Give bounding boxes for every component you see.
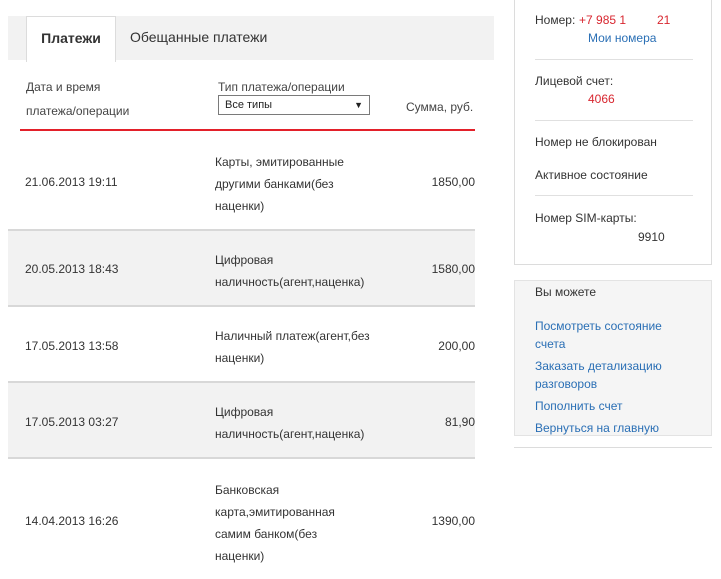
row-type-line: наличность(агент,наценка) xyxy=(215,427,365,441)
my-numbers-link[interactable]: Мои номера xyxy=(588,29,656,47)
row-type-line: наценки) xyxy=(215,549,265,563)
view-balance-link-line1[interactable]: Посмотреть состояние xyxy=(535,317,662,335)
table-row: 21.06.2013 19:11 Карты, эмитированные др… xyxy=(8,131,475,231)
row-type-line: самим банком(без xyxy=(215,527,318,541)
phone-number: +7 985 1 xyxy=(579,13,627,27)
view-balance-link-line2[interactable]: счета xyxy=(535,335,662,353)
dropdown-arrow-icon: ▼ xyxy=(354,100,363,110)
table-row: 17.05.2013 03:27 Цифровая наличность(аге… xyxy=(8,383,475,459)
sim-label: Номер SIM-карты: xyxy=(535,211,637,225)
divider xyxy=(535,120,693,121)
row-type: Банковская карта,эмитированная самим бан… xyxy=(215,479,380,567)
payments-panel: Платежи Обещанные платежи Дата и время п… xyxy=(0,0,495,572)
go-home-link[interactable]: Вернуться на главную xyxy=(535,419,659,437)
row-type-line: наценки) xyxy=(215,199,265,213)
table-row: 20.05.2013 18:43 Цифровая наличность(аге… xyxy=(8,231,475,307)
row-type-line: наличность(агент,наценка) xyxy=(215,275,365,289)
row-amount: 81,90 xyxy=(444,415,475,429)
tab-promised-payments[interactable]: Обещанные платежи xyxy=(130,16,280,60)
column-header-date-line2: платежа/операции xyxy=(26,104,130,118)
payments-table: 21.06.2013 19:11 Карты, эмитированные др… xyxy=(8,131,475,579)
row-datetime: 21.06.2013 19:11 xyxy=(25,175,118,189)
number-label: Номер: xyxy=(535,13,576,27)
table-row: 17.05.2013 13:58 Наличный платеж(агент,б… xyxy=(8,307,475,383)
divider xyxy=(514,447,712,448)
activity-status: Активное состояние xyxy=(535,168,648,182)
row-type-line: Наличный платеж(агент,без xyxy=(215,329,370,343)
row-type: Наличный платеж(агент,без наценки) xyxy=(215,325,380,369)
row-type: Цифровая наличность(агент,наценка) xyxy=(215,249,380,293)
view-balance-link[interactable]: Посмотреть состояние счета xyxy=(535,317,662,353)
column-header-date-line1: Дата и время xyxy=(26,80,101,94)
row-amount: 1850,00 xyxy=(431,175,475,189)
row-type: Цифровая наличность(агент,наценка) xyxy=(215,401,380,445)
phone-number-suffix: 21 xyxy=(657,13,671,27)
row-amount: 1390,00 xyxy=(431,514,475,528)
sim-value: 9910 xyxy=(638,230,665,244)
order-details-link-line1[interactable]: Заказать детализацию xyxy=(535,357,662,375)
actions-panel: Вы можете Посмотреть состояние счета Зак… xyxy=(514,280,712,436)
order-details-link-line2[interactable]: разговоров xyxy=(535,375,662,393)
row-datetime: 20.05.2013 18:43 xyxy=(25,262,119,276)
row-type-line: другими банками(без xyxy=(215,177,334,191)
personal-account-value: 4066 xyxy=(588,92,615,106)
row-type-line: Цифровая xyxy=(215,405,274,419)
divider xyxy=(535,59,693,60)
column-header-date: Дата и время платежа/операции xyxy=(26,77,176,121)
block-status: Номер не блокирован xyxy=(535,135,657,149)
top-up-link[interactable]: Пополнить счет xyxy=(535,397,623,415)
row-datetime: 17.05.2013 13:58 xyxy=(25,339,119,353)
order-details-link[interactable]: Заказать детализацию разговоров xyxy=(535,357,662,393)
table-row: 14.04.2013 16:26 Банковская карта,эмитир… xyxy=(8,459,475,579)
row-amount: 1580,00 xyxy=(431,262,475,276)
column-header-sum: Сумма, руб. xyxy=(406,100,474,114)
column-header-type: Тип платежа/операции xyxy=(218,80,345,94)
tab-bar: Платежи Обещанные платежи xyxy=(8,16,494,62)
personal-account-label: Лицевой счет: xyxy=(535,74,614,88)
row-amount: 200,00 xyxy=(438,339,475,353)
divider xyxy=(535,195,693,196)
row-type-line: наценки) xyxy=(215,351,265,365)
row-type: Карты, эмитированные другими банками(без… xyxy=(215,151,380,217)
row-type-line: Карты, эмитированные xyxy=(215,155,344,169)
row-type-line: Банковская xyxy=(215,483,280,497)
row-type-line: Цифровая xyxy=(215,253,274,267)
payment-type-select[interactable]: Все типы ▼ xyxy=(218,95,370,115)
account-info-panel: Номер: +7 985 1 21 Мои номера Лицевой сч… xyxy=(514,0,712,265)
actions-title: Вы можете xyxy=(535,285,597,299)
row-datetime: 14.04.2013 16:26 xyxy=(25,514,119,528)
row-type-line: карта,эмитированная xyxy=(215,505,335,519)
tab-payments[interactable]: Платежи xyxy=(26,16,116,62)
row-datetime: 17.05.2013 03:27 xyxy=(25,415,119,429)
payment-type-select-value: Все типы xyxy=(225,99,273,111)
